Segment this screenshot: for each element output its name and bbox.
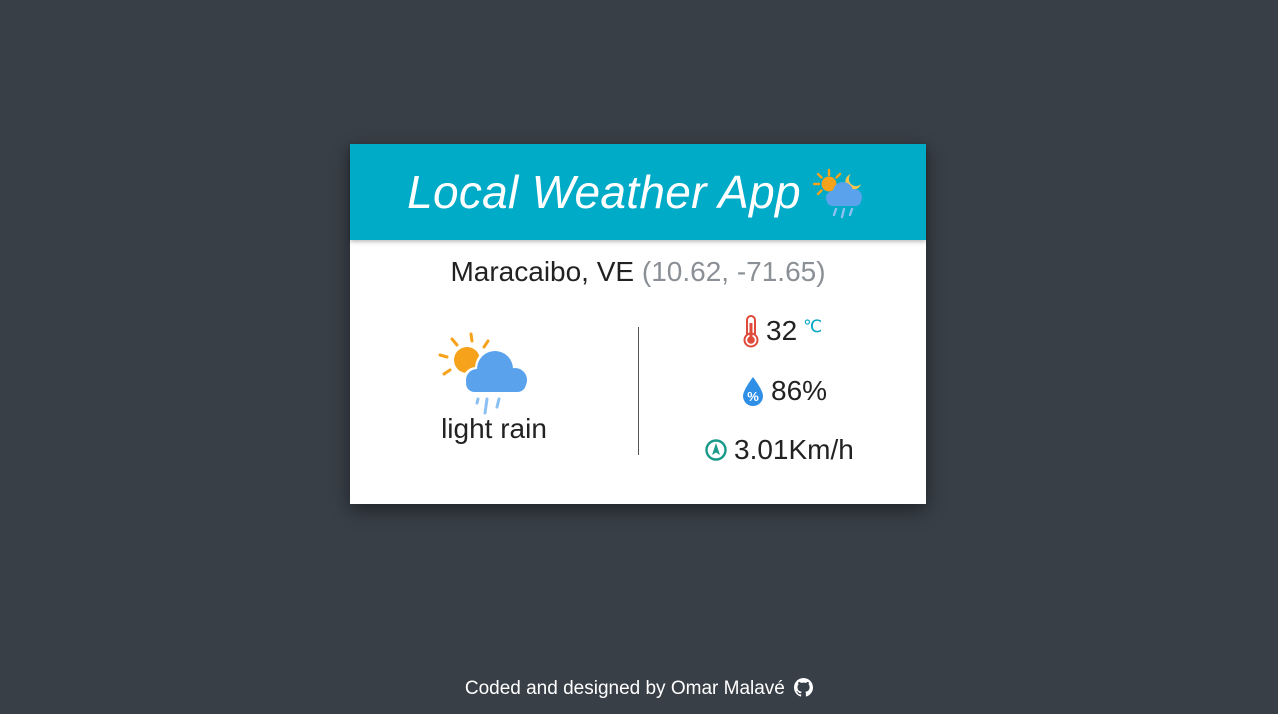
github-icon[interactable] bbox=[794, 678, 814, 697]
wind-stat: 3.01Km/h bbox=[704, 434, 854, 466]
humidity-value: 86% bbox=[771, 375, 828, 406]
column-divider bbox=[638, 327, 639, 455]
partly-cloudy-rain-icon bbox=[438, 332, 530, 415]
thermometer-icon bbox=[743, 315, 759, 348]
temperature-stat: 32 ℃ bbox=[742, 314, 822, 348]
location-line: Maracaibo, VE (10.62, -71.65) bbox=[350, 256, 926, 288]
footer-credit: Coded and designed by Omar Malavé bbox=[464, 678, 785, 699]
temperature-value: 32 bbox=[766, 315, 798, 346]
conditions-panel: light rain bbox=[410, 329, 578, 449]
app-title: Local Weather App bbox=[407, 166, 801, 218]
card-header: Local Weather App bbox=[350, 144, 926, 240]
humidity-stat: % 86% bbox=[741, 375, 827, 407]
wind-value: 3.01Km/h bbox=[734, 434, 854, 465]
weather-card: Local Weather App Maracaibo, VE (10.62, … bbox=[350, 144, 926, 504]
sun-cloud-rain-icon bbox=[812, 168, 862, 219]
footer: Coded and designed by Omar Malavé bbox=[0, 678, 1278, 700]
location-coords: (10.62, -71.65) bbox=[641, 256, 826, 287]
svg-text:%: % bbox=[747, 389, 759, 404]
humidity-drop-icon: % bbox=[743, 377, 763, 406]
location-name: Maracaibo, VE bbox=[450, 256, 635, 287]
wind-direction-icon bbox=[705, 439, 727, 461]
temperature-unit[interactable]: ℃ bbox=[803, 317, 822, 337]
condition-description: light rain bbox=[441, 413, 547, 444]
